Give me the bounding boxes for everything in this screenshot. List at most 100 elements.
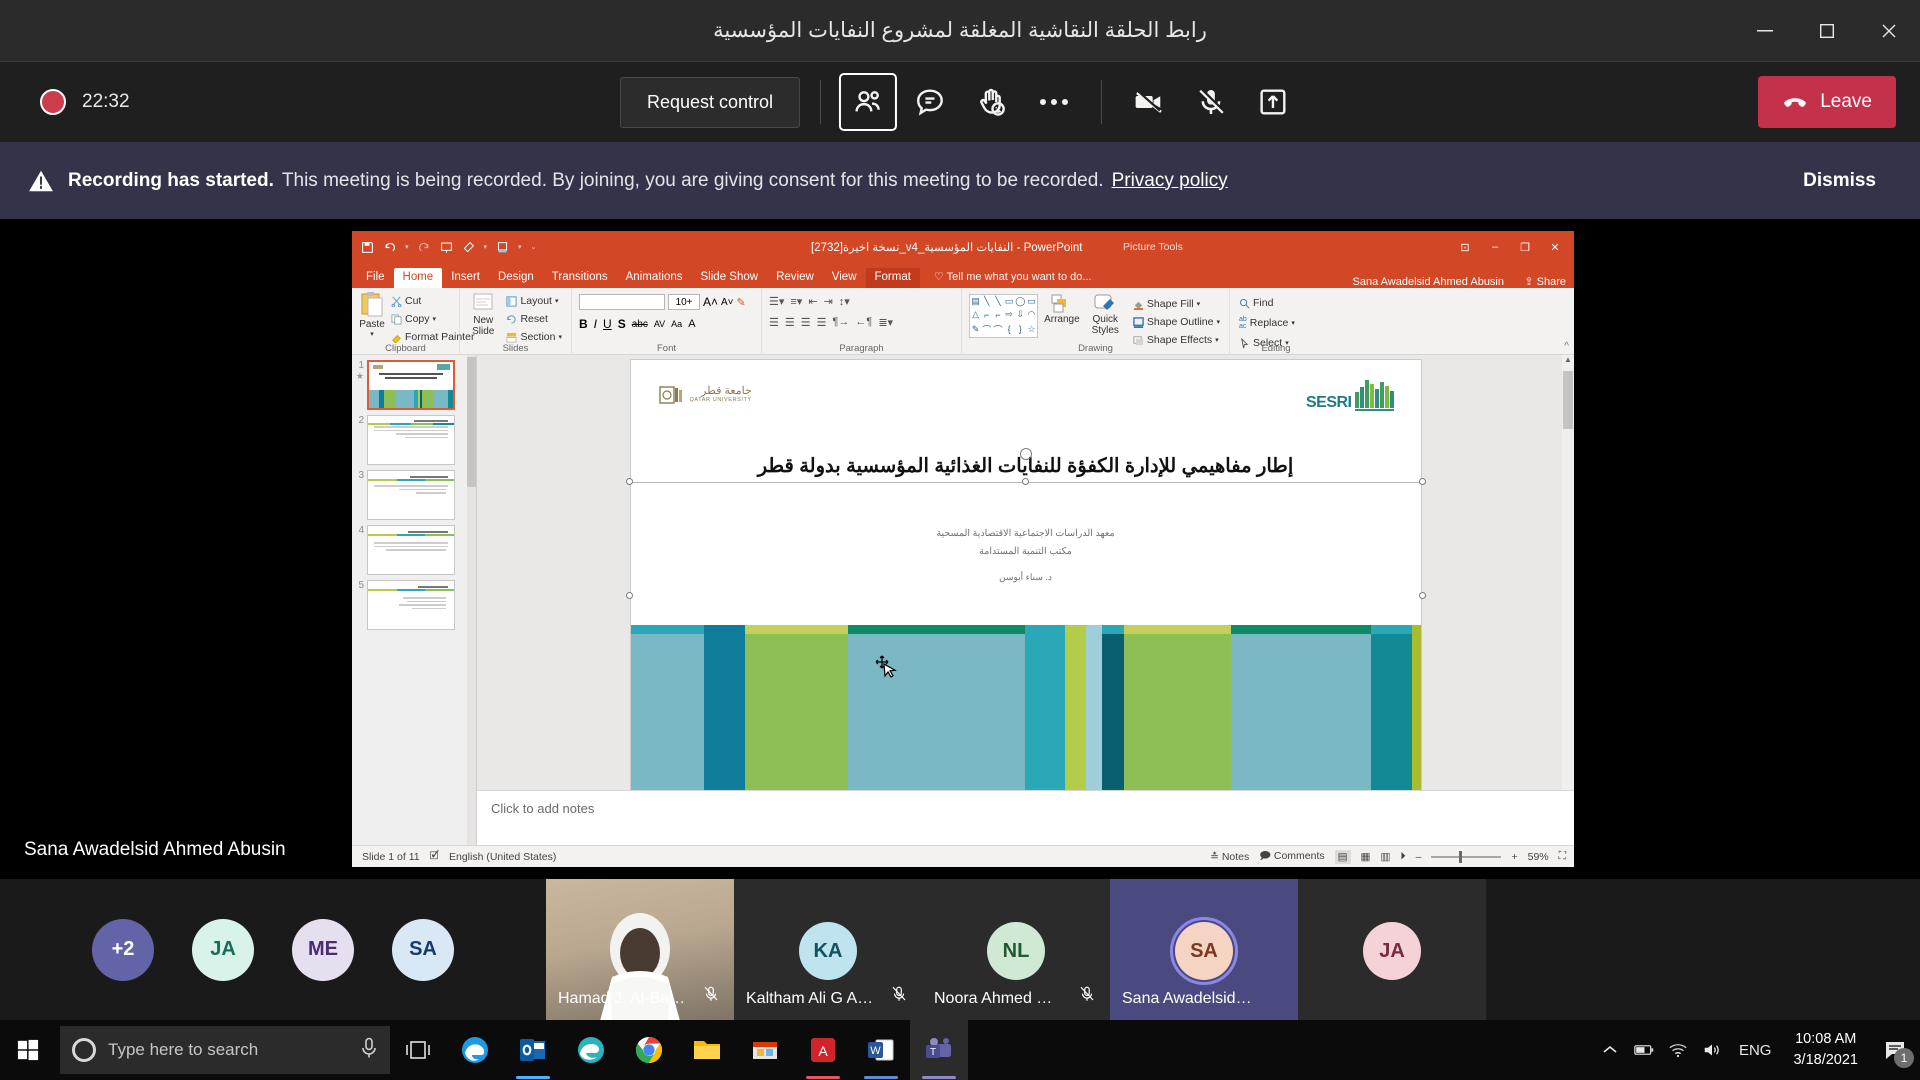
bold-button[interactable]: B (579, 317, 588, 331)
qat-caret-2-icon[interactable]: ▾ (518, 243, 522, 251)
bullets-button[interactable]: ☰▾ (769, 295, 784, 308)
tab-review[interactable]: Review (767, 268, 823, 288)
shape-outline-button[interactable]: Shape Outline▾ (1131, 315, 1222, 329)
participant-tile-hamad[interactable]: Hamad J. Al-Bahar (546, 879, 734, 1020)
reset-button[interactable]: Reset (504, 312, 564, 326)
dismiss-button[interactable]: Dismiss (1787, 160, 1892, 202)
tab-design[interactable]: Design (489, 268, 543, 288)
start-button[interactable] (0, 1020, 56, 1080)
line-spacing-button[interactable]: ↕▾ (839, 295, 850, 308)
align-center-button[interactable]: ☰ (785, 316, 795, 329)
battery-icon[interactable] (1627, 1020, 1661, 1080)
zoom-in-button[interactable]: + (1511, 851, 1517, 863)
request-control-button[interactable]: Request control (620, 77, 800, 128)
minimize-button[interactable] (1734, 0, 1796, 62)
ltr-button[interactable]: ¶→ (833, 316, 850, 329)
slideshow-button[interactable]: ⏵ (1400, 850, 1405, 863)
people-icon[interactable] (841, 75, 895, 129)
rtl-button[interactable]: ←¶ (855, 316, 872, 329)
notes-pane[interactable]: Click to add notes (477, 790, 1574, 845)
search-input[interactable]: Type here to search (60, 1026, 390, 1074)
section-button[interactable]: Section ▾ (504, 330, 564, 344)
selection-handle[interactable] (626, 478, 633, 485)
slide-editing-pane[interactable]: جامعة قطر QATAR UNIVERSITY SESRI (477, 355, 1574, 845)
language-indicator[interactable]: ENG (1729, 1042, 1782, 1059)
avatar-ja[interactable]: JA (192, 919, 254, 981)
font-size-input[interactable]: 10+ (668, 294, 700, 310)
tab-home[interactable]: Home (394, 268, 443, 288)
decrease-indent-button[interactable]: ⇤ (808, 295, 817, 308)
edge-legacy-icon[interactable] (446, 1020, 504, 1080)
microphone-icon[interactable] (360, 1037, 378, 1064)
close-button[interactable] (1858, 0, 1920, 62)
ppt-restore-button[interactable]: ❐ (1510, 234, 1540, 260)
qat-caret-1-icon[interactable]: ▾ (484, 243, 488, 251)
selection-handle[interactable] (1419, 592, 1426, 599)
participant-tile-noora[interactable]: NL Noora Ahmed Gh A Lari (922, 879, 1110, 1020)
decrease-font-size-button[interactable]: A˅ (721, 297, 734, 308)
reading-view-button[interactable]: ▥ (1380, 851, 1390, 863)
thumbnail-row-3[interactable]: 3 (352, 470, 476, 520)
language-label[interactable]: English (United States) (449, 851, 556, 863)
participant-tile-ja[interactable]: JA (1298, 879, 1486, 1020)
thumbnail-row-2[interactable]: 2 (352, 415, 476, 465)
underline-button[interactable]: U (603, 317, 612, 331)
ppt-close-button[interactable]: ✕ (1540, 234, 1570, 260)
comments-button[interactable]: 🗩 Comments (1259, 848, 1324, 866)
selection-handle[interactable] (1022, 478, 1029, 485)
tab-slide-show[interactable]: Slide Show (692, 268, 768, 288)
quick-styles-button[interactable]: Quick Styles (1086, 294, 1125, 336)
clear-formatting-icon[interactable]: ✎ (737, 296, 746, 309)
tab-transitions[interactable]: Transitions (543, 268, 617, 288)
privacy-policy-link[interactable]: Privacy policy (1112, 170, 1228, 192)
zoom-level[interactable]: 59% (1528, 851, 1549, 863)
paste-button[interactable]: Paste ▾ (359, 291, 385, 344)
wifi-icon[interactable] (1661, 1020, 1695, 1080)
selection-handle[interactable] (626, 592, 633, 599)
text-shadow-button[interactable]: S (618, 317, 626, 331)
italic-button[interactable]: I (594, 317, 597, 331)
zoom-slider[interactable] (1431, 856, 1501, 858)
thumbnail-slide-3[interactable] (367, 470, 455, 520)
selection-handle[interactable] (1419, 478, 1426, 485)
increase-indent-button[interactable]: ⇥ (824, 295, 833, 308)
current-slide[interactable]: جامعة قطر QATAR UNIVERSITY SESRI (631, 360, 1421, 793)
rotation-handle[interactable] (1020, 448, 1032, 460)
show-hidden-icons-button[interactable] (1593, 1020, 1627, 1080)
outlook-icon[interactable] (504, 1020, 562, 1080)
fit-slide-button[interactable]: ⛶ (1559, 850, 1566, 863)
participant-tile-kaltham[interactable]: KA Kaltham Ali G Al-Ghan... (734, 879, 922, 1020)
word-icon[interactable]: W (852, 1020, 910, 1080)
teams-icon[interactable]: T (910, 1020, 968, 1080)
tab-file[interactable]: File (357, 268, 394, 288)
thumbnail-slide-2[interactable] (367, 415, 455, 465)
notes-button[interactable]: ≛ Notes (1210, 851, 1249, 863)
thumbnail-slide-1[interactable] (367, 360, 455, 410)
file-explorer-icon[interactable] (678, 1020, 736, 1080)
overflow-avatar[interactable]: +2 (92, 919, 154, 981)
slide-counter[interactable]: Slide 1 of 11 (362, 851, 420, 863)
character-spacing-button[interactable]: AV (654, 319, 665, 329)
volume-icon[interactable] (1695, 1020, 1729, 1080)
thumbnail-slide-5[interactable] (367, 580, 455, 630)
mic-off-icon[interactable] (1184, 75, 1238, 129)
thumbnail-slide-4[interactable] (367, 525, 455, 575)
maximize-button[interactable] (1796, 0, 1858, 62)
spellcheck-icon[interactable]: 🗹 (430, 848, 439, 866)
shapes-gallery[interactable]: ▤╲╲▭◯▭ △⌐⌐⇨⇩◠ ✎⌒⌒{}☆ (969, 294, 1038, 338)
tab-format[interactable]: Format (866, 268, 920, 288)
normal-view-button[interactable]: ▤ (1335, 850, 1351, 864)
task-view-button[interactable] (390, 1020, 446, 1080)
share-tray-icon[interactable] (1246, 75, 1300, 129)
camera-off-icon[interactable] (1122, 75, 1176, 129)
strikethrough-button[interactable]: abc (632, 319, 648, 330)
clock[interactable]: 10:08 AM 3/18/2021 (1781, 1029, 1870, 1071)
slide-thumbnail-panel[interactable]: 1 ★ (352, 355, 477, 845)
zoom-out-button[interactable]: – (1416, 851, 1422, 863)
acrobat-icon[interactable]: A (794, 1020, 852, 1080)
tab-insert[interactable]: Insert (442, 268, 489, 288)
tell-me-search[interactable]: ♡ Tell me what you want to do... (934, 270, 1092, 288)
shape-fill-button[interactable]: Shape Fill▾ (1131, 297, 1222, 311)
thumbnail-row-5[interactable]: 5 (352, 580, 476, 630)
font-color-button[interactable]: A (688, 318, 695, 330)
